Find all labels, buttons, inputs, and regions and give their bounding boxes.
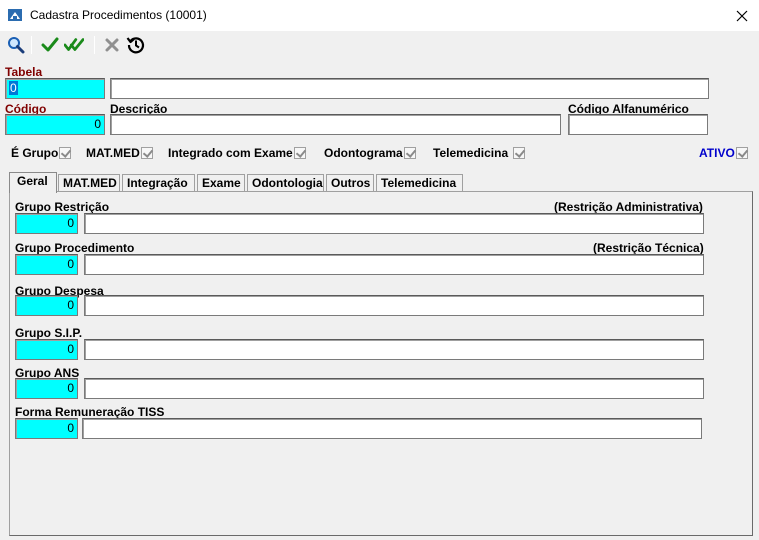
confirm-button[interactable] [40,35,60,55]
tabela-code-field[interactable]: 0 [5,78,105,99]
flag-e-grupo-checkbox[interactable] [59,147,72,159]
flag-odontograma-label: Odontograma [324,146,403,160]
grupo-restricao-label: Grupo Restrição [15,200,110,214]
codigo-alfanumerico-field[interactable] [568,114,708,135]
grupo-restricao-hint: (Restrição Administrativa) [554,200,703,214]
grupo-procedimento-label: Grupo Procedimento [15,241,135,255]
tabela-code-value: 0 [9,81,18,95]
check-icon [41,37,59,52]
flag-telemedicina[interactable]: Telemedicina [433,146,526,160]
descricao-field[interactable] [110,114,561,135]
grupo-despesa-desc-field[interactable] [84,295,704,316]
tab-geral[interactable]: Geral [9,172,57,193]
grupo-sip-label: Grupo S.I.P. [15,326,83,340]
forma-remuneracao-code-field[interactable]: 0 [15,418,78,439]
flag-telemedicina-checkbox[interactable] [513,147,526,159]
app-icon [8,9,22,21]
flag-ativo-checkbox[interactable] [735,147,748,159]
history-button[interactable] [126,35,146,55]
flag-ativo[interactable]: ATIVO [699,146,748,160]
grupo-restricao-desc-field[interactable] [84,213,704,234]
cancel-button[interactable] [102,35,122,55]
tab-exame[interactable]: Exame [197,174,245,192]
tab-outros[interactable]: Outros [326,174,374,192]
title-bar: Cadastra Procedimentos (10001) [0,0,759,31]
tabela-description-field[interactable] [110,78,709,99]
grupo-sip-code-field[interactable]: 0 [15,339,78,360]
close-icon [736,10,748,21]
grupo-ans-code-field[interactable]: 0 [15,378,78,399]
search-icon [8,37,25,54]
flag-integrado-exame-checkbox[interactable] [293,147,306,159]
search-button[interactable] [6,35,26,55]
confirm-all-button[interactable] [64,35,84,55]
grupo-ans-desc-field[interactable] [84,378,704,399]
cancel-x-icon [105,38,119,52]
tab-integracao[interactable]: Integração [122,174,195,192]
grupo-procedimento-desc-field[interactable] [84,254,704,275]
flag-odontograma[interactable]: Odontograma [324,146,416,160]
flag-integrado-exame[interactable]: Integrado com Exame [168,146,306,160]
grupo-sip-desc-field[interactable] [84,339,704,360]
flag-e-grupo-label: É Grupo [11,146,59,160]
flag-telemedicina-label: Telemedicina [433,146,509,160]
flag-mat-med[interactable]: MAT.MED [86,146,153,160]
flag-ativo-label: ATIVO [699,146,735,160]
close-button[interactable] [725,0,759,31]
double-check-icon [64,38,84,51]
flag-odontograma-checkbox[interactable] [403,147,416,159]
grupo-restricao-code-field[interactable]: 0 [15,213,78,234]
codigo-field[interactable]: 0 [5,114,105,135]
flag-integrado-exame-label: Integrado com Exame [168,146,293,160]
window-title: Cadastra Procedimentos (10001) [30,8,207,22]
tab-odontologia[interactable]: Odontologia [247,174,324,192]
forma-remuneracao-desc-field[interactable] [82,418,702,439]
tabela-label: Tabela [5,65,43,79]
flag-mat-med-label: MAT.MED [86,146,140,160]
grupo-procedimento-code-field[interactable]: 0 [15,254,78,275]
flag-mat-med-checkbox[interactable] [140,147,153,159]
toolbar [0,31,759,59]
tab-telemedicina[interactable]: Telemedicina [376,174,463,192]
history-icon [126,37,145,54]
forma-remuneracao-label: Forma Remuneração TISS [15,405,165,419]
grupo-despesa-code-field[interactable]: 0 [15,295,78,316]
tab-mat-med[interactable]: MAT.MED [58,174,120,192]
flag-e-grupo[interactable]: É Grupo [11,146,72,160]
grupo-procedimento-hint: (Restrição Técnica) [593,241,704,255]
